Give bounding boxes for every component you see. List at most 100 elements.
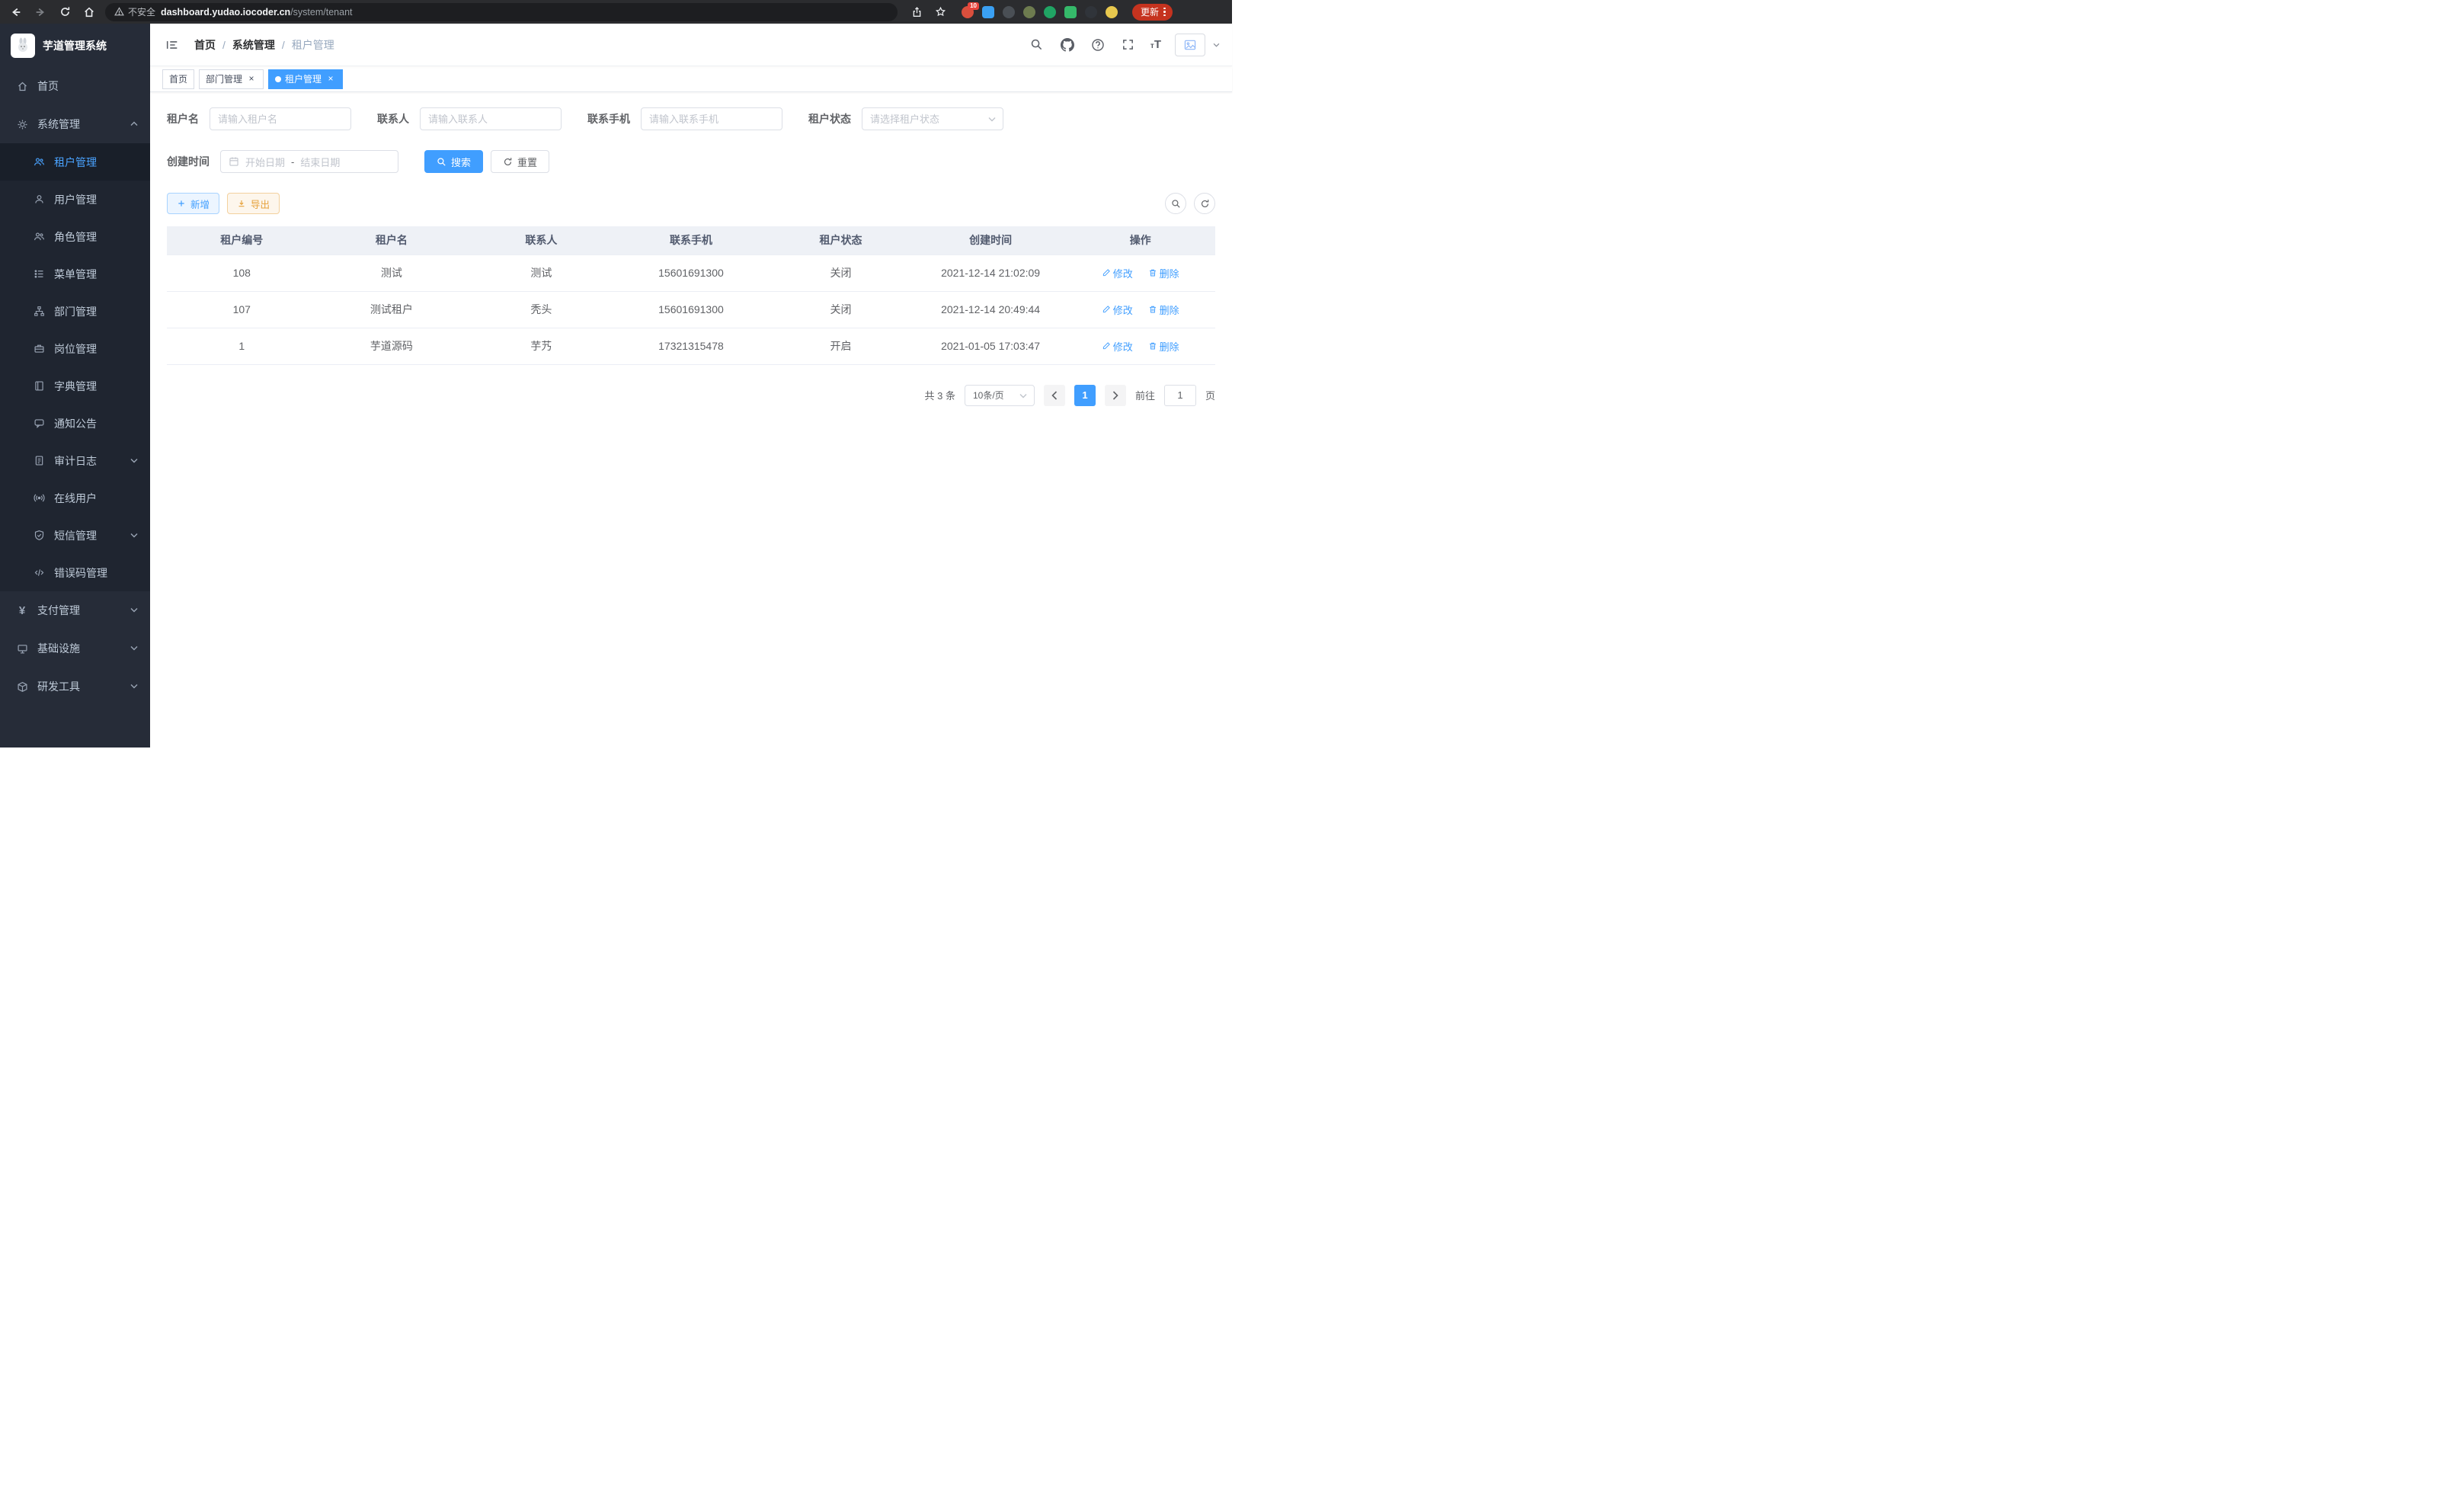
delete-button[interactable]: 删除: [1148, 339, 1179, 354]
sidebar-item-infra[interactable]: 基础设施: [0, 629, 150, 667]
sidebar-item-audit[interactable]: 审计日志: [0, 442, 150, 479]
extension-icon[interactable]: [1064, 6, 1077, 18]
sidebar-item-system[interactable]: 系统管理: [0, 105, 150, 143]
tag-close-icon[interactable]: ×: [325, 74, 336, 85]
status-select-input[interactable]: [862, 107, 1003, 130]
avatar-caret-icon[interactable]: [1213, 43, 1220, 47]
date-range-picker[interactable]: 开始日期 - 结束日期: [220, 150, 398, 173]
sidebar-item-errcode[interactable]: 错误码管理: [0, 554, 150, 591]
edit-button[interactable]: 修改: [1102, 266, 1133, 280]
bookmark-button[interactable]: [932, 4, 949, 21]
tag-tenant[interactable]: 租户管理 ×: [268, 69, 343, 89]
sidebar-item-role[interactable]: 角色管理: [0, 218, 150, 255]
user-avatar[interactable]: [1175, 34, 1205, 56]
active-dot: [275, 76, 281, 82]
tag-dept[interactable]: 部门管理 ×: [199, 69, 264, 89]
browser-update-button[interactable]: 更新: [1132, 4, 1173, 21]
sidebar-item-devtools[interactable]: 研发工具: [0, 667, 150, 706]
breadcrumb-separator: /: [222, 39, 226, 51]
page-size-select[interactable]: [965, 385, 1035, 406]
edit-button[interactable]: 修改: [1102, 303, 1133, 317]
share-button[interactable]: [908, 4, 925, 21]
search-button[interactable]: 搜索: [424, 150, 483, 173]
tag-close-icon[interactable]: ×: [246, 74, 257, 85]
sidebar-item-notice[interactable]: 通知公告: [0, 405, 150, 442]
sidebar-item-pay[interactable]: ¥ 支付管理: [0, 591, 150, 629]
chevron-left-icon: [1051, 391, 1058, 400]
logo-avatar: [11, 34, 35, 58]
create-time-label: 创建时间: [167, 154, 210, 169]
menu-list-icon: [33, 268, 45, 280]
prev-page-button[interactable]: [1044, 385, 1065, 406]
sidebar-item-home[interactable]: 首页: [0, 67, 150, 105]
extension-icon[interactable]: 10: [962, 6, 974, 18]
browser-forward-button[interactable]: [32, 4, 49, 21]
col-contact: 联系人: [466, 226, 616, 255]
logo-row[interactable]: 芋道管理系统: [0, 24, 150, 67]
url-bar[interactable]: 不安全 dashboard.yudao.iocoder.cn/system/te…: [105, 3, 898, 21]
export-button[interactable]: 导出: [227, 193, 280, 214]
cell-name: 测试租户: [317, 291, 467, 328]
table-row: 108 测试 测试 15601691300 关闭 2021-12-14 21:0…: [167, 255, 1215, 291]
goto-page-input[interactable]: [1164, 385, 1196, 406]
browser-back-button[interactable]: [8, 4, 24, 21]
filter-create-time: 创建时间 开始日期 - 结束日期: [167, 150, 398, 173]
chevron-right-icon: [1112, 391, 1118, 400]
share-icon: [911, 6, 923, 18]
cell-created: 2021-12-14 20:49:44: [916, 291, 1066, 328]
sidebar-item-label: 用户管理: [54, 192, 97, 207]
breadcrumb-home[interactable]: 首页: [194, 37, 216, 53]
table-header-row: 租户编号 租户名 联系人 联系手机 租户状态 创建时间 操作: [167, 226, 1215, 255]
phone-input[interactable]: [641, 107, 782, 130]
sidebar-item-online[interactable]: 在线用户: [0, 479, 150, 517]
breadcrumb-system[interactable]: 系统管理: [232, 37, 275, 53]
sidebar-item-menu[interactable]: 菜单管理: [0, 255, 150, 293]
extension-icon[interactable]: [1003, 6, 1015, 18]
roles-icon: [33, 231, 45, 243]
delete-button[interactable]: 删除: [1148, 303, 1179, 317]
sidebar-item-tenant[interactable]: 租户管理: [0, 143, 150, 181]
extension-icon[interactable]: [1085, 6, 1097, 18]
reset-button[interactable]: 重置: [491, 150, 549, 173]
sidebar: 芋道管理系统 首页 系统管理 租户管理 用户管理: [0, 24, 150, 748]
add-button[interactable]: 新增: [167, 193, 219, 214]
status-select[interactable]: [862, 107, 1003, 130]
sidebar-item-label: 通知公告: [54, 416, 97, 431]
gear-icon: [16, 118, 28, 130]
header-search-button[interactable]: [1029, 37, 1045, 53]
font-size-button[interactable]: тT: [1150, 38, 1161, 51]
sidebar-item-sms[interactable]: 短信管理: [0, 517, 150, 554]
refresh-table-button[interactable]: [1194, 193, 1215, 214]
trash-icon: [1148, 268, 1157, 277]
extension-icon[interactable]: [982, 6, 994, 18]
fullscreen-button[interactable]: [1120, 37, 1137, 53]
next-page-button[interactable]: [1105, 385, 1126, 406]
edit-button[interactable]: 修改: [1102, 339, 1133, 354]
github-link-button[interactable]: [1059, 37, 1076, 53]
toggle-search-button[interactable]: [1165, 193, 1186, 214]
extension-icon[interactable]: [1023, 6, 1035, 18]
page-number-button[interactable]: 1: [1074, 385, 1096, 406]
browser-reload-button[interactable]: [56, 4, 73, 21]
export-button-label: 导出: [251, 197, 270, 211]
url-text: dashboard.yudao.iocoder.cn/system/tenant: [161, 7, 352, 18]
tenant-name-input[interactable]: [210, 107, 351, 130]
extension-badge: 10: [968, 2, 979, 10]
top-navbar: 首页 / 系统管理 / 租户管理 тT: [150, 24, 1232, 66]
sidebar-item-post[interactable]: 岗位管理: [0, 330, 150, 367]
sidebar-item-dict[interactable]: 字典管理: [0, 367, 150, 405]
contact-input[interactable]: [420, 107, 562, 130]
cell-id: 108: [167, 255, 317, 291]
extension-icon[interactable]: [1044, 6, 1056, 18]
security-indicator[interactable]: 不安全: [114, 5, 155, 18]
sidebar-item-dept[interactable]: 部门管理: [0, 293, 150, 330]
delete-button[interactable]: 删除: [1148, 266, 1179, 280]
total-count: 共 3 条: [925, 388, 955, 402]
help-button[interactable]: [1090, 37, 1106, 53]
browser-home-button[interactable]: [81, 4, 98, 21]
sidebar-item-user[interactable]: 用户管理: [0, 181, 150, 218]
extension-icon[interactable]: [1106, 6, 1118, 18]
sidebar-toggle-button[interactable]: [162, 35, 182, 55]
col-tenant-id: 租户编号: [167, 226, 317, 255]
tag-home[interactable]: 首页: [162, 69, 194, 89]
